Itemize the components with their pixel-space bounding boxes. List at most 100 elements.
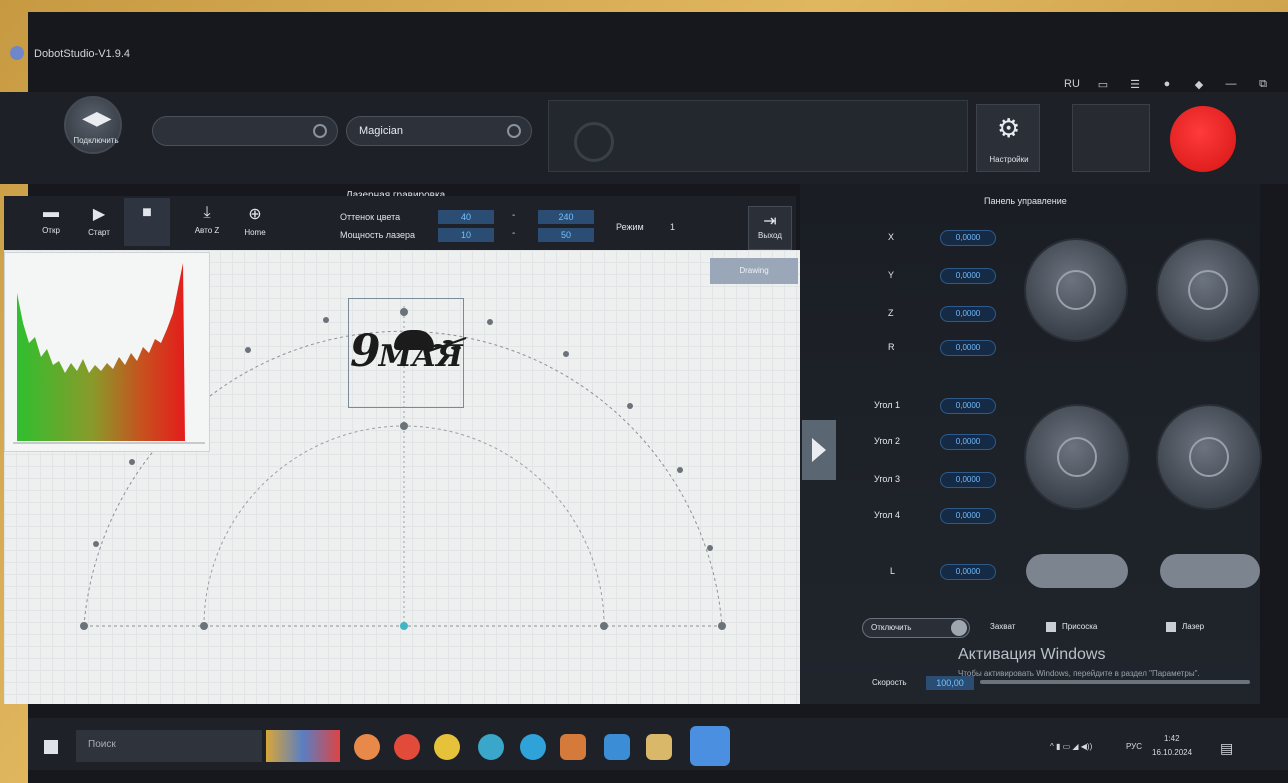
laser-power-label: Мощность лазера: [340, 230, 415, 240]
dobotstudio-taskbar-icon[interactable]: [690, 726, 730, 766]
dropdown-icon: [507, 124, 521, 138]
auto-z-icon: ⤓: [203, 204, 211, 221]
windows-activation-title: Активация Windows: [958, 646, 1106, 663]
exit-button[interactable]: ⇥ Выход: [748, 206, 792, 250]
suction-checkbox[interactable]: [1046, 622, 1056, 632]
app-icon[interactable]: [560, 734, 586, 760]
handle-point[interactable]: [245, 347, 251, 353]
device-select[interactable]: Magician: [346, 116, 532, 146]
restore-icon[interactable]: ⧉: [1256, 78, 1270, 91]
app-icon[interactable]: [478, 734, 504, 760]
joint-3-label: Угол 3: [874, 474, 900, 484]
app-logo-icon: [10, 46, 24, 60]
axis-r-label: R: [888, 342, 895, 352]
dial-center[interactable]: [1056, 270, 1096, 310]
color-histogram: [4, 252, 210, 452]
laser-power-max-input[interactable]: 50: [538, 228, 594, 242]
emergency-stop-button[interactable]: [1170, 106, 1236, 172]
language-indicator[interactable]: РУС: [1126, 742, 1142, 751]
laser-label[interactable]: Лазер: [1182, 622, 1204, 631]
control-panel-title: Панель управление: [984, 196, 1067, 206]
clock-time[interactable]: 1:42: [1164, 734, 1180, 743]
auto-z-button[interactable]: ⤓ Авто Z: [184, 198, 230, 246]
handle-point[interactable]: [487, 319, 493, 325]
tray-icons[interactable]: ^ ▮ ▭ ◢ ◀)): [1050, 742, 1092, 751]
handle-point[interactable]: [600, 622, 608, 630]
screen-icon[interactable]: ▭: [1096, 78, 1110, 91]
laser-checkbox[interactable]: [1166, 622, 1176, 632]
suction-label[interactable]: Присоска: [1062, 622, 1097, 631]
settings-button[interactable]: ⚙ Настройки: [976, 104, 1040, 172]
exit-icon: ⇥: [763, 213, 777, 230]
mode-value[interactable]: 1: [670, 222, 675, 232]
connect-label: Подключить: [73, 136, 119, 145]
play-icon: ▶: [92, 206, 106, 223]
joint-2-label: Угол 2: [874, 436, 900, 446]
connect-button[interactable]: ◀▶: [64, 96, 122, 154]
handle-point[interactable]: [677, 467, 683, 473]
panel-collapse-button[interactable]: [802, 420, 836, 480]
clock-date[interactable]: 16.10.2024: [1152, 748, 1192, 757]
l-plus-button[interactable]: [1160, 554, 1260, 588]
windows-activation-text: Чтобы активировать Windows, перейдите в …: [958, 669, 1200, 678]
axis-y-label: Y: [888, 270, 895, 280]
menu-icon[interactable]: ☰: [1128, 78, 1142, 91]
handle-point[interactable]: [563, 351, 569, 357]
windows-start-icon[interactable]: [44, 740, 58, 754]
folder-icon[interactable]: [646, 734, 672, 760]
l-axis-label: L: [890, 566, 896, 576]
handle-point[interactable]: [80, 622, 88, 630]
joint-2-value: 0,0000: [940, 434, 996, 450]
axis-z-label: Z: [888, 308, 894, 318]
range-dash: -: [512, 228, 516, 239]
dial-center[interactable]: [1188, 436, 1230, 478]
home-button[interactable]: ⊕ Home: [232, 198, 278, 246]
grip-label[interactable]: Захват: [990, 622, 1015, 631]
stop-button[interactable]: ■: [124, 198, 170, 246]
joint-1-value: 0,0000: [940, 398, 996, 414]
language-button[interactable]: RU: [1064, 78, 1080, 91]
handle-point[interactable]: [627, 403, 633, 409]
start-button[interactable]: ▶ Старт: [76, 198, 122, 246]
handle-point[interactable]: [93, 541, 99, 547]
handle-point[interactable]: [129, 459, 135, 465]
handle-point[interactable]: [400, 422, 408, 430]
disable-toggle[interactable]: Отключить: [862, 618, 970, 638]
app-icon[interactable]: [604, 734, 630, 760]
dial-center[interactable]: [1188, 270, 1228, 310]
axis-x-value: 0,0000: [940, 230, 996, 246]
handle-point[interactable]: [323, 317, 329, 323]
origin-point[interactable]: [400, 622, 408, 630]
laser-power-min-input[interactable]: 10: [438, 228, 494, 242]
speed-label: Скорость: [872, 678, 907, 687]
app-icon[interactable]: [434, 734, 460, 760]
color-tone-max-input[interactable]: 240: [538, 210, 594, 224]
l-minus-button[interactable]: [1026, 554, 1128, 588]
zr-jog-dial[interactable]: [1156, 238, 1260, 342]
taskbar-search[interactable]: Поиск: [76, 730, 262, 762]
minimize-icon[interactable]: —: [1224, 78, 1238, 91]
app-icon[interactable]: [394, 734, 420, 760]
notifications-icon[interactable]: ▤: [1220, 740, 1233, 757]
folder-icon: ▬: [43, 204, 59, 221]
tool-tile[interactable]: [1072, 104, 1150, 172]
help-icon[interactable]: ●: [1160, 78, 1174, 91]
search-highlight-image[interactable]: [266, 730, 340, 762]
handle-point[interactable]: [707, 545, 713, 551]
window-title: DobotStudio-V1.9.4: [34, 48, 131, 60]
speed-slider[interactable]: [980, 680, 1250, 684]
port-select[interactable]: [152, 116, 338, 146]
joint-3-4-jog-dial[interactable]: [1156, 404, 1262, 510]
handle-point[interactable]: [200, 622, 208, 630]
color-icon[interactable]: ◆: [1192, 78, 1206, 91]
joint-1-2-jog-dial[interactable]: [1024, 404, 1130, 510]
dial-center[interactable]: [1056, 436, 1098, 478]
color-tone-min-input[interactable]: 40: [438, 210, 494, 224]
disable-toggle-label: Отключить: [871, 623, 912, 632]
handle-point[interactable]: [718, 622, 726, 630]
browser-icon[interactable]: [520, 734, 546, 760]
xy-jog-dial[interactable]: [1024, 238, 1128, 342]
open-button[interactable]: ▬ Откр: [28, 198, 74, 246]
home-target-icon: ⊕: [248, 206, 262, 223]
app-icon[interactable]: [354, 734, 380, 760]
